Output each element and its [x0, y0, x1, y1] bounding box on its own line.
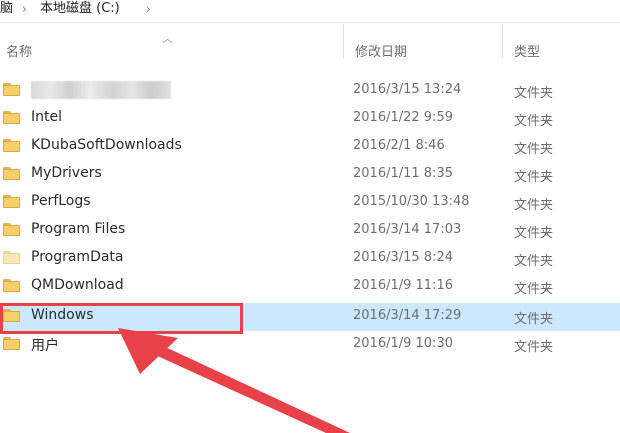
annotation-arrow-shaft — [140, 338, 350, 433]
annotation-arrow — [118, 328, 350, 433]
